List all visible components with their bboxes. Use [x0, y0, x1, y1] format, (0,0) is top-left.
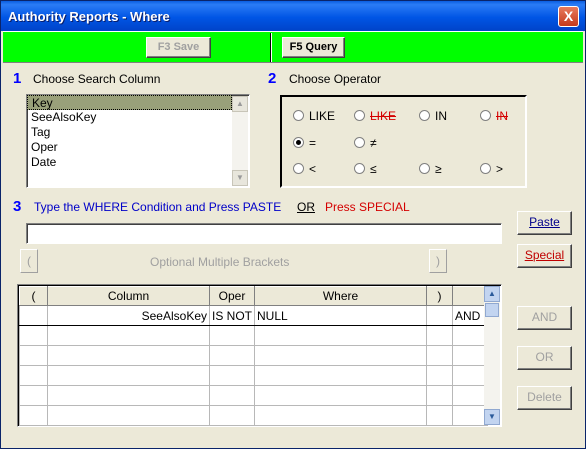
paste-button[interactable]: Paste: [517, 211, 572, 235]
table-row[interactable]: [19, 385, 489, 406]
cell-close-bracket[interactable]: [426, 305, 454, 326]
operator-group: LIKE LIKE IN IN = ≠ < ≤ ≥ >: [280, 95, 527, 188]
radio-icon: [293, 110, 304, 121]
operator-like[interactable]: LIKE: [293, 109, 335, 123]
special-button[interactable]: Special: [517, 244, 572, 268]
brackets-bar: ( Optional Multiple Brackets ): [20, 249, 447, 273]
cell-open-bracket[interactable]: [19, 305, 48, 326]
scroll-down-icon[interactable]: ▼: [484, 409, 500, 425]
step-1-label: Choose Search Column: [33, 72, 161, 86]
window-title: Authority Reports - Where: [8, 9, 170, 24]
operator-in[interactable]: IN: [419, 109, 447, 123]
where-table: ( Column Oper Where ) SeeAlsoKey IS NOT …: [19, 286, 489, 426]
delete-button[interactable]: Delete: [517, 386, 572, 410]
operator-not-like[interactable]: LIKE: [354, 109, 396, 123]
step-3-or: OR: [297, 200, 315, 214]
scroll-up-icon[interactable]: ▲: [232, 96, 248, 112]
toolbar-separator: [270, 33, 272, 62]
column-option-key[interactable]: Key: [27, 95, 232, 110]
header-where[interactable]: Where: [254, 286, 428, 306]
operator-not-in[interactable]: IN: [480, 109, 508, 123]
cell-oper[interactable]: IS NOT: [208, 305, 256, 326]
header-column[interactable]: Column: [47, 286, 210, 306]
column-option-tag[interactable]: Tag: [27, 125, 249, 140]
where-grid[interactable]: ( Column Oper Where ) SeeAlsoKey IS NOT …: [17, 284, 502, 427]
radio-icon: [354, 163, 365, 174]
operator-equals[interactable]: =: [293, 136, 316, 150]
scroll-thumb[interactable]: [485, 303, 499, 317]
header-close-bracket[interactable]: ): [426, 286, 454, 306]
and-button[interactable]: AND: [517, 306, 572, 330]
grid-header-row: ( Column Oper Where ): [19, 286, 489, 306]
close-button[interactable]: X: [558, 6, 579, 27]
search-column-listbox[interactable]: Key SeeAlsoKey Tag Oper Date ▲ ▼: [26, 94, 250, 188]
radio-icon: [354, 137, 365, 148]
f5-query-button[interactable]: F5 Query: [282, 37, 345, 58]
step-3-number: 3: [13, 198, 22, 215]
brackets-label: Optional Multiple Brackets: [150, 255, 290, 269]
open-bracket-button[interactable]: (: [20, 249, 38, 273]
scroll-up-icon[interactable]: ▲: [484, 286, 500, 302]
cell-column[interactable]: SeeAlsoKey: [47, 305, 210, 326]
step-3-label: Type the WHERE Condition and Press PASTE: [34, 200, 282, 214]
table-row[interactable]: SeeAlsoKey IS NOT NULL AND: [19, 305, 489, 326]
close-bracket-button[interactable]: ): [429, 249, 447, 273]
column-option-seealsokey[interactable]: SeeAlsoKey: [27, 110, 249, 125]
cell-conjunction[interactable]: AND: [452, 305, 489, 326]
cell-where[interactable]: NULL: [254, 305, 428, 326]
operator-less-equal[interactable]: ≤: [354, 162, 377, 176]
title-bar[interactable]: Authority Reports - Where X: [1, 1, 585, 31]
operator-greater-than[interactable]: >: [480, 162, 503, 176]
step-1-number: 1: [13, 70, 22, 87]
header-conjunction[interactable]: [452, 286, 489, 306]
column-option-oper[interactable]: Oper: [27, 140, 249, 155]
radio-selected-icon: [293, 137, 304, 148]
radio-icon: [354, 110, 365, 121]
where-condition-input[interactable]: [26, 223, 502, 244]
radio-icon: [480, 110, 491, 121]
step-2-number: 2: [268, 70, 277, 87]
table-row[interactable]: [19, 365, 489, 386]
table-row[interactable]: [19, 325, 489, 346]
listbox-scrollbar[interactable]: ▲ ▼: [232, 96, 248, 186]
authority-reports-where-window: Authority Reports - Where X F3 Save F5 Q…: [0, 0, 586, 449]
toolbar: F3 Save F5 Query: [3, 31, 583, 63]
radio-icon: [293, 163, 304, 174]
step-2-label: Choose Operator: [289, 72, 382, 86]
close-icon: X: [563, 8, 574, 24]
radio-icon: [419, 163, 430, 174]
operator-greater-equal[interactable]: ≥: [419, 162, 442, 176]
header-open-bracket[interactable]: (: [19, 286, 48, 306]
or-button[interactable]: OR: [517, 346, 572, 370]
grid-scrollbar[interactable]: ▲ ▼: [484, 286, 500, 425]
scroll-down-icon[interactable]: ▼: [232, 170, 248, 186]
step-3-special: Press SPECIAL: [325, 200, 410, 214]
table-row[interactable]: [19, 345, 489, 366]
table-row[interactable]: [19, 405, 489, 426]
operator-less-than[interactable]: <: [293, 162, 316, 176]
column-option-date[interactable]: Date: [27, 155, 249, 170]
operator-not-equals[interactable]: ≠: [354, 136, 377, 150]
f3-save-button[interactable]: F3 Save: [146, 37, 211, 58]
radio-icon: [480, 163, 491, 174]
header-oper[interactable]: Oper: [208, 286, 256, 306]
radio-icon: [419, 110, 430, 121]
